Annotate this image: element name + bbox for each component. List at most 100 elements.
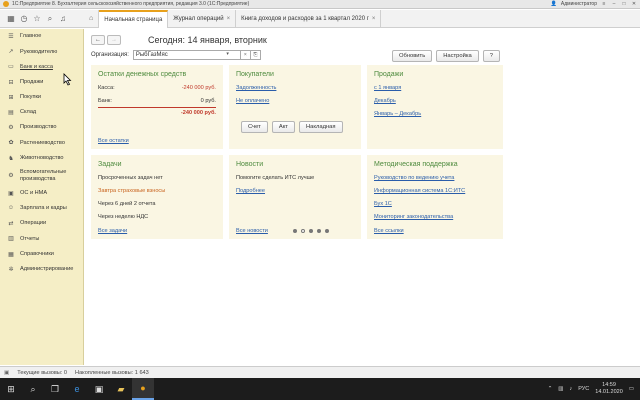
home-icon: ⌂ [89, 15, 94, 22]
pager-dot[interactable] [325, 229, 329, 233]
invoice-button[interactable]: Счет [241, 121, 268, 133]
act-button[interactable]: Акт [271, 121, 295, 133]
news-more-link[interactable]: Подробнее [236, 188, 265, 194]
app-logo-icon [3, 1, 9, 7]
history-icon[interactable]: ◷ [18, 13, 30, 25]
sidebar-item-manager[interactable]: ↗ Руководителю [0, 44, 83, 59]
mouse-cursor-icon [62, 73, 72, 87]
sales-link-dec[interactable]: Декабрь [374, 98, 396, 104]
user-icon[interactable]: 👤 [551, 1, 557, 7]
task-view-icon[interactable]: ❐ [44, 378, 66, 400]
close-tab-icon[interactable]: × [227, 16, 231, 22]
sidebar-item-salary[interactable]: ☺ Зарплата и кадры [0, 201, 83, 216]
unpaid-link[interactable]: Не оплачено [236, 98, 269, 104]
1c-app-icon[interactable]: ● [132, 378, 154, 400]
forward-button[interactable]: → [107, 35, 121, 45]
store-icon[interactable]: ▣ [88, 378, 110, 400]
menu-icon[interactable]: ≡ [601, 1, 607, 7]
edge-icon[interactable]: e [66, 378, 88, 400]
tab-income-book[interactable]: Книга доходов и расходов за 1 квартал 20… [236, 9, 382, 28]
organization-row: Организация: РыбГазМяс ▾ × ⎘ [91, 50, 261, 60]
pager-dot[interactable] [293, 229, 297, 233]
tab-operations-journal[interactable]: Журнал операций × [168, 9, 237, 28]
link-icon[interactable]: ⎘ [250, 50, 261, 60]
kassa-value: -240 000 руб. [181, 85, 216, 91]
back-button[interactable]: ← [91, 35, 105, 45]
report-icon: ▥ [8, 236, 14, 243]
sidebar-item-directories[interactable]: ▦ Справочники [0, 246, 83, 261]
network-icon[interactable]: ▥ [558, 386, 563, 392]
bank-label: Банк: [98, 98, 112, 104]
factory-icon: ⚙ [8, 125, 14, 132]
sales-panel-title: Продажи [374, 71, 404, 78]
chevron-up-icon[interactable]: ⌃ [548, 386, 553, 392]
clear-icon[interactable]: × [240, 50, 251, 60]
sidebar-item-fixed-assets[interactable]: ▣ ОС и НМА [0, 186, 83, 201]
sidebar-item-crops[interactable]: ✿ Растениеводство [0, 135, 83, 150]
chart-icon: ↗ [8, 49, 14, 56]
support-link-its[interactable]: Информационная система 1С:ИТС [374, 188, 465, 194]
chevron-down-icon[interactable]: ▾ [226, 51, 229, 57]
gear-icon: ⚙ [8, 173, 14, 180]
windows-start-icon[interactable]: ⊞ [0, 378, 22, 400]
sidebar-item-aux-production[interactable]: ⚙ Вспомогательные производства [0, 166, 83, 186]
language-indicator[interactable]: РУС [578, 386, 589, 392]
sidebar-item-main[interactable]: ☰ Главное [0, 29, 83, 44]
calls-icon: ▣ [4, 369, 10, 376]
clock[interactable]: 14:59 14.01.2020 [595, 382, 623, 396]
waybill-button[interactable]: Накладная [298, 121, 343, 133]
sidebar-item-operations[interactable]: ⇄ Операции [0, 216, 83, 231]
grid-icon[interactable]: ▦ [5, 13, 17, 25]
cash-total: -240 000 руб. [180, 110, 216, 116]
minimize-button[interactable]: – [611, 1, 617, 7]
update-button[interactable]: Обновить [391, 50, 433, 62]
sales-link-year[interactable]: Январь – Декабрь [374, 111, 421, 117]
pager-dot[interactable] [317, 229, 321, 233]
toolbar: ▦ ◷ ☆ ⌕ ♫ ⌂ Начальная страница Журнал оп… [0, 9, 640, 28]
sidebar-item-livestock[interactable]: ♞ Животноводство [0, 151, 83, 166]
sidebar-item-purchases[interactable]: ⊞ Покупки [0, 90, 83, 105]
all-balances-link[interactable]: Все остатки [98, 138, 129, 144]
animal-icon: ♞ [8, 155, 14, 162]
pager-dot[interactable] [309, 229, 313, 233]
org-label: Организация: [91, 52, 129, 58]
pager-dot[interactable] [301, 229, 305, 233]
current-calls: Текущие вызовы: 0 [17, 369, 68, 376]
help-button[interactable]: ? [482, 50, 500, 62]
support-link-buh[interactable]: Бух 1С [374, 201, 392, 207]
organization-field[interactable]: РыбГазМяс ▾ [132, 50, 241, 60]
user-name[interactable]: Администратор [561, 1, 597, 7]
support-link-monitoring[interactable]: Мониторинг законодательства [374, 214, 453, 220]
task-tomorrow[interactable]: Завтра страховые взносы [98, 188, 165, 194]
os-taskbar: ⊞ ⌕ ❐ e ▣ ▰ ● ⌃ ▥ ♪ РУС 14:59 14.01.2020… [0, 378, 640, 400]
maximize-button[interactable]: □ [621, 1, 627, 7]
support-link-guide[interactable]: Руководство по ведению учета [374, 175, 454, 181]
debt-link[interactable]: Задолженность [236, 85, 276, 91]
sidebar-item-admin[interactable]: ✲ Администрирование [0, 262, 83, 277]
all-news-link[interactable]: Все новости [236, 228, 268, 234]
search-icon[interactable]: ⌕ [22, 378, 44, 400]
tasks-panel: Задачи Просроченных задач нет Завтра стр… [91, 155, 223, 239]
box-icon: ▤ [8, 110, 14, 117]
news-pager [293, 229, 329, 233]
all-tasks-link[interactable]: Все задачи [98, 228, 127, 234]
task-6days[interactable]: Через 6 дней 2 отчета [98, 201, 156, 207]
close-button[interactable]: ✕ [631, 1, 637, 7]
close-tab-icon[interactable]: × [372, 16, 376, 22]
folder-icon[interactable]: ▰ [110, 378, 132, 400]
search-icon[interactable]: ⌕ [44, 13, 56, 25]
bell-icon[interactable]: ♫ [57, 13, 69, 25]
sidebar-item-warehouse[interactable]: ▤ Склад [0, 105, 83, 120]
sales-link-jan[interactable]: с 1 января [374, 85, 401, 91]
settings-button[interactable]: Настройка [436, 50, 479, 62]
tab-home-nav[interactable]: ⌂ [84, 9, 100, 28]
favorite-star-icon[interactable]: ☆ [31, 13, 43, 25]
sidebar-item-reports[interactable]: ▥ Отчеты [0, 231, 83, 246]
notification-icon[interactable]: ▭ [629, 386, 634, 392]
sidebar-item-production[interactable]: ⚙ Производство [0, 120, 83, 135]
volume-icon[interactable]: ♪ [570, 386, 573, 392]
tab-start-page[interactable]: Начальная страница [99, 9, 169, 28]
task-nextweek[interactable]: Через неделю НДС [98, 214, 148, 220]
all-links-link[interactable]: Все ссылки [374, 228, 404, 234]
buyers-panel: Покупатели Задолженность Не оплачено Сче… [229, 65, 361, 149]
